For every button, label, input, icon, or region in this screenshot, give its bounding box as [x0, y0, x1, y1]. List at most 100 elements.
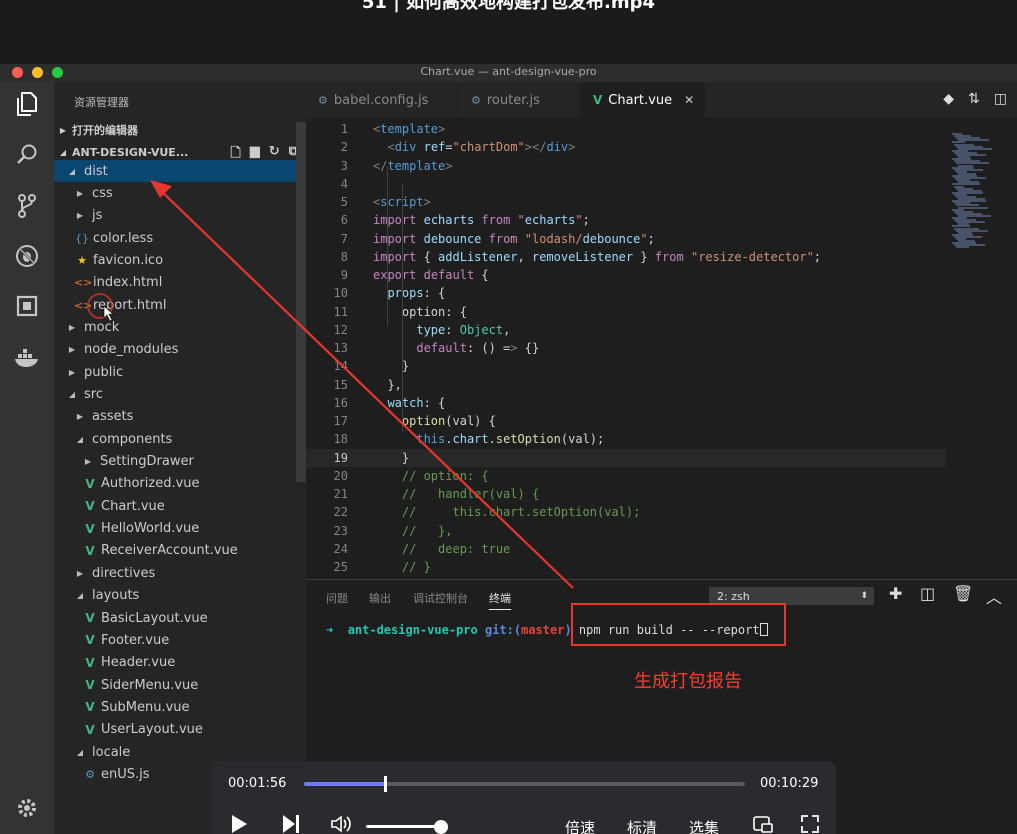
- line-number: 19: [333, 450, 348, 465]
- code-line[interactable]: 18 this.chart.setOption(val);: [306, 430, 946, 448]
- tree-item-label: enUS.js: [101, 766, 150, 782]
- new-terminal-icon[interactable]: ✚: [889, 584, 902, 603]
- tree-item[interactable]: ▶ mock: [54, 316, 296, 338]
- trash-icon[interactable]: 🗑: [953, 584, 973, 603]
- tab-router-js[interactable]: ⚙ router.js: [459, 82, 580, 118]
- tree-item[interactable]: ▶ directives: [54, 562, 296, 584]
- tree-item[interactable]: ▶ js: [54, 205, 296, 227]
- tree-item[interactable]: ★ favicon.ico: [54, 249, 296, 271]
- window-title: Chart.vue — ant-design-vue-pro: [420, 65, 597, 78]
- vue-file-icon: V: [85, 678, 95, 693]
- tree-item[interactable]: V SiderMenu.vue: [54, 674, 296, 696]
- line-number: 11: [333, 304, 348, 319]
- volume-knob[interactable]: [434, 820, 448, 834]
- tree-item[interactable]: ▶ assets: [54, 406, 296, 428]
- code-line[interactable]: 2 <div ref="chartDom"></div>: [306, 138, 946, 156]
- tab-label: router.js: [486, 92, 540, 108]
- tree-item[interactable]: V HelloWorld.vue: [54, 518, 296, 540]
- tree-item[interactable]: V BasicLayout.vue: [54, 607, 296, 629]
- tab-chart-vue[interactable]: V Chart.vue ✕: [581, 82, 705, 118]
- open-editors-section[interactable]: ▶ 打开的编辑器: [54, 119, 306, 141]
- vue-file-icon: V: [85, 700, 95, 715]
- tree-item-label: mock: [84, 319, 120, 335]
- line-number: 1: [340, 122, 348, 136]
- explorer-icon[interactable]: [13, 90, 41, 118]
- quality-button[interactable]: 标清: [627, 817, 657, 834]
- tree-item[interactable]: ▶ public: [54, 361, 296, 383]
- code-line[interactable]: 24 // deep: true: [306, 540, 946, 558]
- debug-icon[interactable]: [13, 242, 41, 270]
- tree-item[interactable]: V UserLayout.vue: [54, 719, 296, 741]
- chevron-down-icon: ◢: [59, 147, 67, 157]
- panel-tab-debug-console[interactable]: 调试控制台: [413, 590, 468, 606]
- split-editor-icon[interactable]: ◫: [994, 91, 1007, 107]
- tree-item[interactable]: V Header.vue: [54, 652, 296, 674]
- tree-item[interactable]: ▶ node_modules: [54, 339, 296, 361]
- code-line[interactable]: 3 </template>: [306, 157, 946, 175]
- code-line[interactable]: 20 // option: {: [306, 467, 946, 485]
- code-line[interactable]: 21 // handler(val) {: [306, 485, 946, 503]
- tree-item-label: dist: [84, 163, 108, 179]
- settings-gear-icon[interactable]: [13, 794, 41, 822]
- panel-tab-terminal[interactable]: 终端: [489, 590, 511, 610]
- panel-tab-output[interactable]: 输出: [369, 590, 391, 606]
- tree-item[interactable]: V ReceiverAccount.vue: [54, 540, 296, 562]
- tree-item[interactable]: <> report.html: [54, 294, 296, 316]
- code-line[interactable]: 22 // this.chart.setOption(val);: [306, 503, 946, 521]
- sidebar-scrollbar[interactable]: [296, 122, 306, 482]
- chevron-right-icon: ▶: [68, 367, 76, 377]
- tree-item[interactable]: V Chart.vue: [54, 495, 296, 517]
- progress-knob[interactable]: [384, 776, 388, 792]
- code-line[interactable]: 25 // }: [306, 558, 946, 576]
- code-line[interactable]: 19 }: [306, 448, 946, 467]
- next-icon[interactable]: [282, 814, 300, 834]
- episodes-button[interactable]: 选集: [689, 817, 719, 834]
- progress-bar[interactable]: [304, 776, 745, 792]
- split-terminal-icon[interactable]: ◫: [920, 584, 935, 603]
- fullscreen-icon[interactable]: [800, 814, 820, 834]
- search-icon[interactable]: [13, 140, 41, 168]
- code-line[interactable]: 1 <template>: [306, 120, 946, 138]
- tree-item-label: Footer.vue: [101, 632, 170, 648]
- tree-item-label: locale: [92, 744, 131, 760]
- panel-tab-problems[interactable]: 问题: [326, 590, 348, 606]
- tree-item[interactable]: ◢ locale: [54, 741, 296, 763]
- close-tab-icon[interactable]: ✕: [684, 93, 694, 107]
- source-control-icon[interactable]: [13, 192, 41, 220]
- git-compare-icon[interactable]: ◆: [943, 91, 954, 107]
- volume-icon[interactable]: [330, 814, 352, 834]
- line-number: 25: [333, 560, 348, 574]
- play-icon[interactable]: [230, 814, 248, 834]
- progress-fill: [304, 782, 386, 786]
- tree-item[interactable]: ◢ dist: [54, 160, 296, 182]
- tree-item[interactable]: ▶ css: [54, 182, 296, 204]
- tree-item[interactable]: ◢ components: [54, 428, 296, 450]
- pip-icon[interactable]: [753, 814, 773, 834]
- tree-item[interactable]: V Footer.vue: [54, 629, 296, 651]
- tree-item[interactable]: ▶ SettingDrawer: [54, 451, 296, 473]
- tree-item[interactable]: ◢ src: [54, 384, 296, 406]
- open-changes-icon[interactable]: ⇅: [968, 91, 980, 107]
- tree-item[interactable]: V Authorized.vue: [54, 473, 296, 495]
- tree-item[interactable]: ◢ layouts: [54, 585, 296, 607]
- tree-item[interactable]: V SubMenu.vue: [54, 696, 296, 718]
- maximize-panel-icon[interactable]: ︿: [986, 584, 1002, 608]
- tree-item-label: BasicLayout.vue: [101, 610, 208, 626]
- code-text: // this.chart.setOption(val);: [373, 505, 641, 520]
- tree-item[interactable]: <> index.html: [54, 272, 296, 294]
- volume-slider[interactable]: [366, 825, 442, 828]
- window-titlebar: Chart.vue — ant-design-vue-pro: [0, 64, 1017, 82]
- code-editor[interactable]: 1 <template> 2 <div ref="chartDom"></div> 3…: [306, 119, 946, 579]
- prompt-dir: ant-design-vue-pro: [347, 623, 478, 637]
- less-file-icon: {}: [75, 231, 89, 245]
- code-text: default: () => {}: [416, 341, 540, 355]
- line-number: 22: [333, 505, 348, 520]
- tree-item-label: css: [92, 185, 113, 201]
- speed-button[interactable]: 倍速: [565, 817, 595, 834]
- code-line[interactable]: 23 // },: [306, 522, 946, 540]
- docker-icon[interactable]: [13, 344, 41, 372]
- minimap[interactable]: [946, 119, 1017, 579]
- extensions-icon[interactable]: [13, 292, 41, 320]
- tree-item[interactable]: {} color.less: [54, 227, 296, 249]
- tab-babel-config[interactable]: ⚙ babel.config.js: [306, 82, 458, 118]
